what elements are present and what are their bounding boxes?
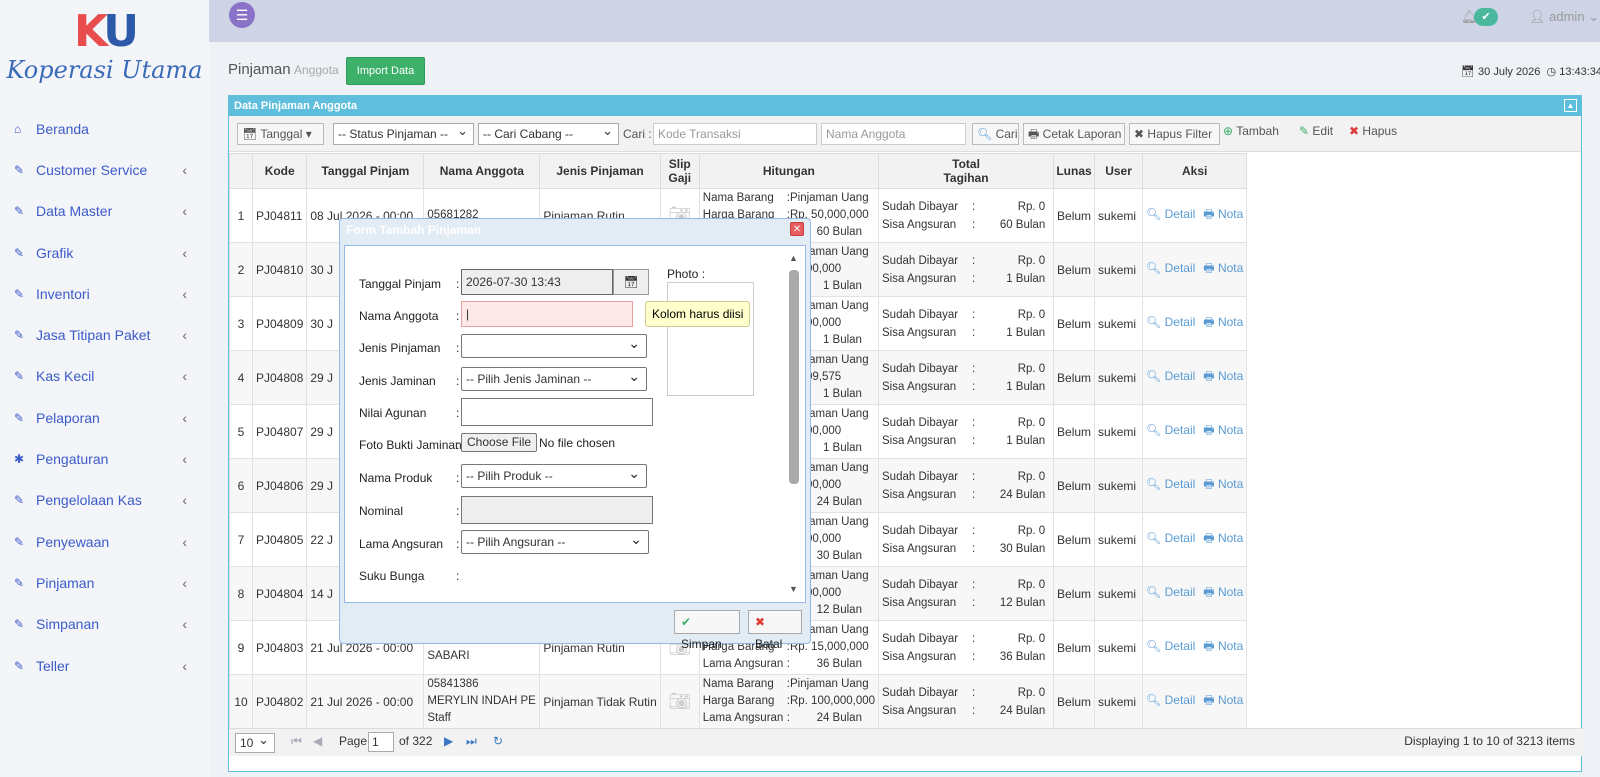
nominal-input[interactable] <box>461 496 653 524</box>
nama-produk-select[interactable]: -- Pilih Produk -- <box>461 462 647 488</box>
nilai-agunan-input[interactable] <box>461 398 653 426</box>
colon: : <box>456 374 460 388</box>
nama-anggota-label: Nama Anggota <box>359 309 439 323</box>
dialog-scrollbar[interactable]: ▲ ▼ <box>789 253 799 594</box>
photo-preview <box>667 282 754 396</box>
choose-file-button[interactable]: Choose File <box>461 433 538 452</box>
tanggal-pinjam-input[interactable]: 2026-07-30 13:43 <box>461 269 613 295</box>
validation-tooltip: Kolom harus diisi <box>645 301 751 327</box>
colon: : <box>456 277 460 291</box>
jenis-pinjaman-select[interactable] <box>461 332 647 358</box>
calendar-icon[interactable]: 📅︎ <box>613 269 649 295</box>
colon: : <box>456 406 460 420</box>
lama-angsuran-select[interactable]: -- Pilih Angsuran -- <box>461 528 649 554</box>
cancel-icon: ✖ <box>755 615 766 629</box>
simpan-button[interactable]: ✔ Simpan <box>674 610 740 651</box>
photo-label: Photo : <box>667 267 706 281</box>
colon: : <box>456 341 460 355</box>
suku-bunga-label: Suku Bunga <box>359 569 425 583</box>
scroll-up-icon[interactable]: ▲ <box>789 253 798 263</box>
dialog-layer: Form Tambah Pinjaman ✕ Tanggal Pinjam : … <box>0 0 1600 777</box>
simpan-label: Simpan <box>681 637 722 651</box>
batal-button[interactable]: ✖ Batal <box>748 610 802 651</box>
tanggal-pinjam-label: Tanggal Pinjam <box>359 277 442 291</box>
colon: : <box>456 471 460 485</box>
nama-produk-label: Nama Produk <box>359 471 433 485</box>
colon: : <box>456 309 460 323</box>
close-dialog-icon[interactable]: ✕ <box>790 222 804 236</box>
colon: : <box>456 569 460 583</box>
check-icon: ✔ <box>681 615 692 629</box>
jenis-jaminan-select[interactable]: -- Pilih Jenis Jaminan -- <box>461 365 647 391</box>
dialog-body: Tanggal Pinjam : 2026-07-30 13:43 📅︎ Nam… <box>344 245 806 603</box>
scroll-thumb[interactable] <box>789 270 799 484</box>
colon: : <box>456 504 460 518</box>
no-file-text: No file chosen <box>539 436 616 450</box>
nilai-agunan-label: Nilai Agunan <box>359 406 427 420</box>
batal-label: Batal <box>755 637 783 651</box>
jenis-pinjaman-label: Jenis Pinjaman <box>359 341 441 355</box>
dialog-footer: ✔ Simpan ✖ Batal <box>344 606 806 651</box>
form-tambah-pinjaman-dialog: Form Tambah Pinjaman ✕ Tanggal Pinjam : … <box>339 218 811 651</box>
colon: : <box>456 537 460 551</box>
dialog-title: Form Tambah Pinjaman <box>346 223 482 237</box>
jenis-jaminan-label: Jenis Jaminan <box>359 374 436 388</box>
nominal-label: Nominal <box>359 504 404 518</box>
foto-bukti-jaminan-label: Foto Bukti Jaminan <box>359 438 462 452</box>
scroll-down-icon[interactable]: ▼ <box>789 584 798 594</box>
nama-anggota-input[interactable]: | <box>461 301 633 327</box>
lama-angsuran-label: Lama Angsuran <box>359 537 444 551</box>
colon: : <box>456 438 460 452</box>
